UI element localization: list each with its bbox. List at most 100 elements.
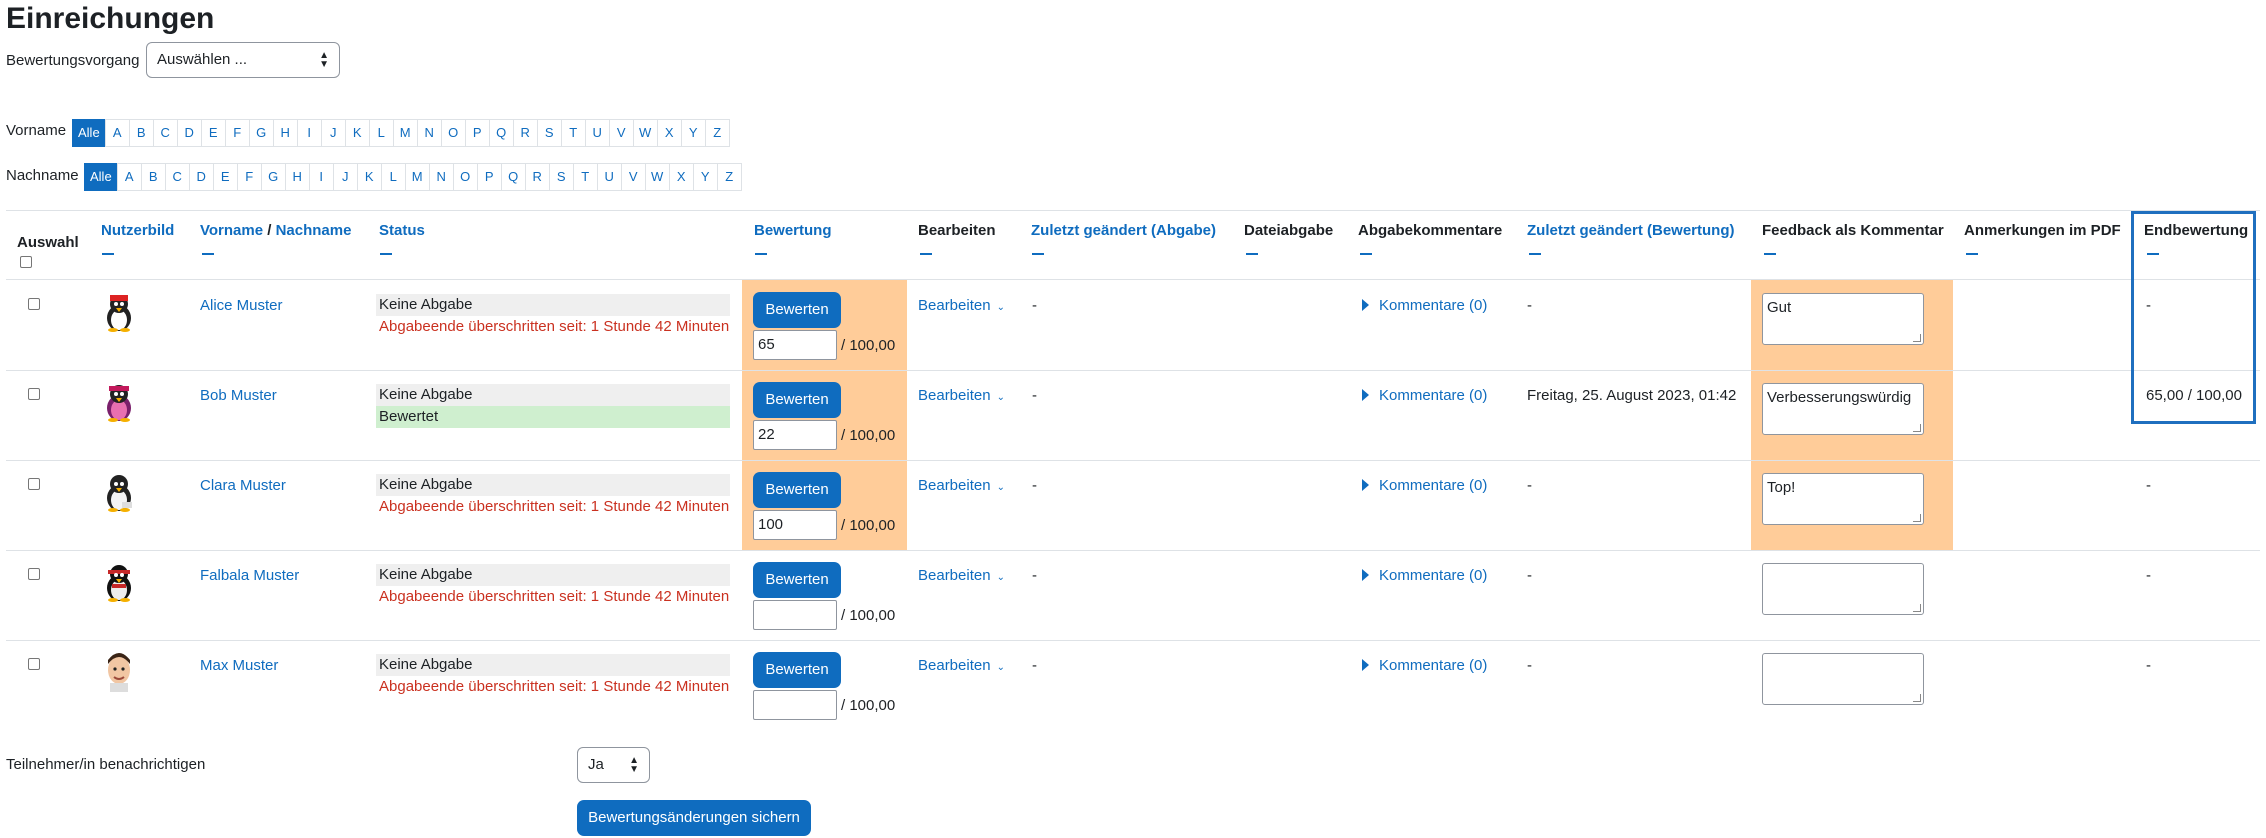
firstname-initial-i[interactable]: I <box>296 119 322 147</box>
lastname-initial-u[interactable]: U <box>596 163 622 191</box>
lastname-initial-y[interactable]: Y <box>692 163 718 191</box>
feedback-textarea[interactable] <box>1762 653 1924 705</box>
firstname-initial-n[interactable]: N <box>416 119 442 147</box>
lastname-initial-q[interactable]: Q <box>500 163 526 191</box>
comments-toggle[interactable]: Kommentare (0) <box>1362 477 1487 494</box>
edit-menu-link[interactable]: Bearbeiten ⌄ <box>918 567 1005 584</box>
firstname-initial-p[interactable]: P <box>464 119 490 147</box>
row-select-checkbox[interactable] <box>28 478 40 490</box>
firstname-initial-f[interactable]: F <box>224 119 250 147</box>
lastname-initial-w[interactable]: W <box>644 163 670 191</box>
user-name-link[interactable]: Falbala Muster <box>200 567 299 584</box>
firstname-initial-l[interactable]: L <box>368 119 394 147</box>
resize-grip-icon[interactable] <box>1913 514 1921 522</box>
grade-button[interactable]: Bewerten <box>753 562 841 598</box>
resize-grip-icon[interactable] <box>1913 604 1921 612</box>
lastname-initial-v[interactable]: V <box>620 163 646 191</box>
header-modified-submission[interactable]: Zuletzt geändert (Abgabe) <box>1031 222 1216 239</box>
firstname-initial-k[interactable]: K <box>344 119 370 147</box>
grade-button[interactable]: Bewerten <box>753 652 841 688</box>
user-name-link[interactable]: Bob Muster <box>200 387 277 404</box>
firstname-initial-r[interactable]: R <box>512 119 538 147</box>
firstname-initial-q[interactable]: Q <box>488 119 514 147</box>
grade-button[interactable]: Bewerten <box>753 292 841 328</box>
lastname-initial-t[interactable]: T <box>572 163 598 191</box>
edit-menu-link[interactable]: Bearbeiten ⌄ <box>918 297 1005 314</box>
lastname-initial-i[interactable]: I <box>308 163 334 191</box>
firstname-initial-d[interactable]: D <box>176 119 202 147</box>
feedback-textarea[interactable]: Gut <box>1762 293 1924 345</box>
feedback-textarea[interactable]: Verbesserungswürdig <box>1762 383 1924 435</box>
feedback-textarea[interactable] <box>1762 563 1924 615</box>
resize-grip-icon[interactable] <box>1913 694 1921 702</box>
lastname-initial-e[interactable]: E <box>212 163 238 191</box>
comments-toggle[interactable]: Kommentare (0) <box>1362 567 1487 584</box>
firstname-initial-alle[interactable]: Alle <box>72 119 106 147</box>
workflow-select[interactable]: Auswählen ... ▲ ▼ <box>146 42 340 78</box>
grade-input[interactable]: 22 <box>753 420 837 450</box>
firstname-initial-s[interactable]: S <box>536 119 562 147</box>
grade-button[interactable]: Bewerten <box>753 382 841 418</box>
firstname-initial-t[interactable]: T <box>560 119 586 147</box>
lastname-initial-b[interactable]: B <box>140 163 166 191</box>
header-modified-grade[interactable]: Zuletzt geändert (Bewertung) <box>1527 222 1735 239</box>
firstname-initial-b[interactable]: B <box>128 119 154 147</box>
firstname-initial-h[interactable]: H <box>272 119 298 147</box>
grade-input[interactable]: 65 <box>753 330 837 360</box>
lastname-initial-d[interactable]: D <box>188 163 214 191</box>
lastname-initial-a[interactable]: A <box>116 163 142 191</box>
lastname-initial-h[interactable]: H <box>284 163 310 191</box>
resize-grip-icon[interactable] <box>1913 334 1921 342</box>
firstname-initial-c[interactable]: C <box>152 119 178 147</box>
comments-toggle[interactable]: Kommentare (0) <box>1362 387 1487 404</box>
feedback-textarea[interactable]: Top! <box>1762 473 1924 525</box>
header-grade[interactable]: Bewertung <box>754 222 832 239</box>
row-select-checkbox[interactable] <box>28 298 40 310</box>
header-lastname[interactable]: Nachname <box>276 222 352 239</box>
firstname-initial-u[interactable]: U <box>584 119 610 147</box>
lastname-initial-s[interactable]: S <box>548 163 574 191</box>
header-picture[interactable]: Nutzerbild <box>101 222 174 239</box>
firstname-initial-v[interactable]: V <box>608 119 634 147</box>
edit-menu-link[interactable]: Bearbeiten ⌄ <box>918 387 1005 404</box>
row-select-checkbox[interactable] <box>28 658 40 670</box>
firstname-initial-j[interactable]: J <box>320 119 346 147</box>
lastname-initial-f[interactable]: F <box>236 163 262 191</box>
header-firstname[interactable]: Vorname <box>200 222 263 239</box>
lastname-initial-g[interactable]: G <box>260 163 286 191</box>
firstname-initial-z[interactable]: Z <box>704 119 730 147</box>
header-status[interactable]: Status <box>379 222 425 239</box>
edit-menu-link[interactable]: Bearbeiten ⌄ <box>918 477 1005 494</box>
lastname-initial-j[interactable]: J <box>332 163 358 191</box>
save-grades-button[interactable]: Bewertungsänderungen sichern <box>577 800 811 836</box>
firstname-initial-e[interactable]: E <box>200 119 226 147</box>
lastname-initial-r[interactable]: R <box>524 163 550 191</box>
lastname-initial-l[interactable]: L <box>380 163 406 191</box>
lastname-initial-z[interactable]: Z <box>716 163 742 191</box>
firstname-initial-g[interactable]: G <box>248 119 274 147</box>
firstname-initial-x[interactable]: X <box>656 119 682 147</box>
resize-grip-icon[interactable] <box>1913 424 1921 432</box>
lastname-initial-o[interactable]: O <box>452 163 478 191</box>
row-select-checkbox[interactable] <box>28 388 40 400</box>
row-select-checkbox[interactable] <box>28 568 40 580</box>
edit-menu-link[interactable]: Bearbeiten ⌄ <box>918 657 1005 674</box>
lastname-initial-k[interactable]: K <box>356 163 382 191</box>
grade-input[interactable] <box>753 690 837 720</box>
grade-input[interactable] <box>753 600 837 630</box>
user-name-link[interactable]: Clara Muster <box>200 477 286 494</box>
user-name-link[interactable]: Alice Muster <box>200 297 283 314</box>
select-all-checkbox[interactable] <box>20 256 32 268</box>
lastname-initial-n[interactable]: N <box>428 163 454 191</box>
lastname-initial-x[interactable]: X <box>668 163 694 191</box>
grade-button[interactable]: Bewerten <box>753 472 841 508</box>
firstname-initial-o[interactable]: O <box>440 119 466 147</box>
lastname-initial-c[interactable]: C <box>164 163 190 191</box>
lastname-initial-p[interactable]: P <box>476 163 502 191</box>
firstname-initial-w[interactable]: W <box>632 119 658 147</box>
notify-select[interactable]: Ja ▲ ▼ <box>577 747 650 783</box>
comments-toggle[interactable]: Kommentare (0) <box>1362 297 1487 314</box>
lastname-initial-m[interactable]: M <box>404 163 430 191</box>
user-name-link[interactable]: Max Muster <box>200 657 278 674</box>
firstname-initial-y[interactable]: Y <box>680 119 706 147</box>
